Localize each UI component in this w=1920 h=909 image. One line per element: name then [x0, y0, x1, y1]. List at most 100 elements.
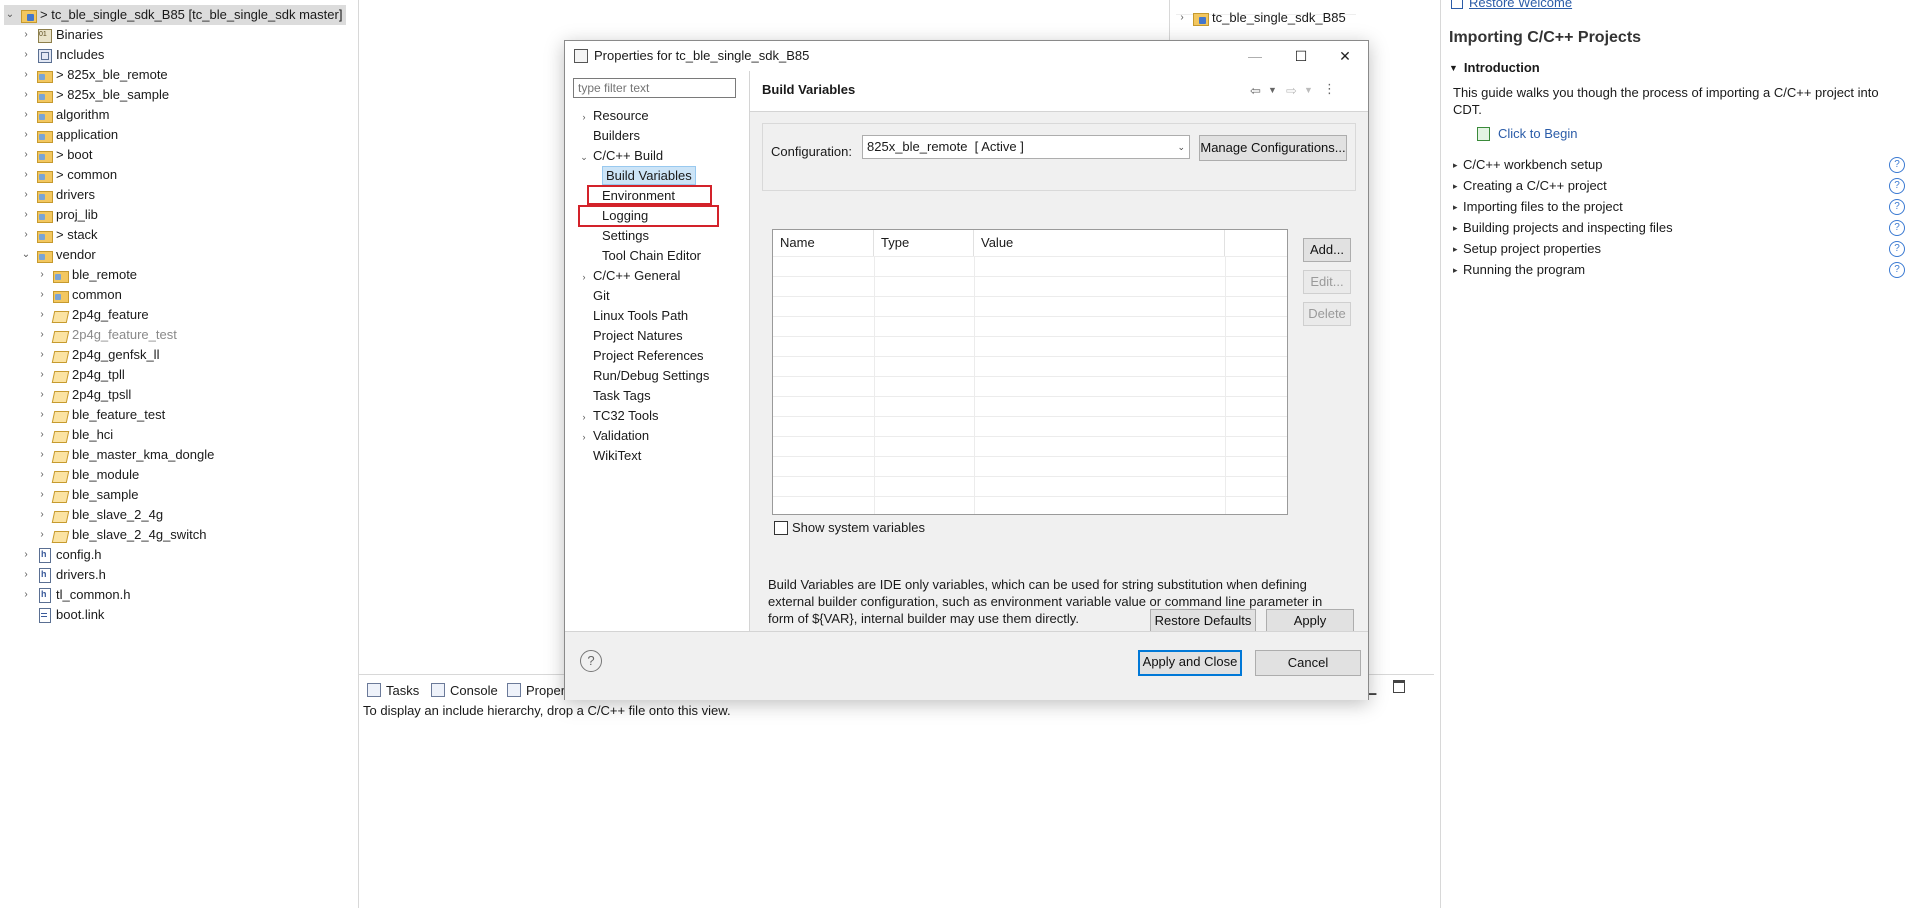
chevron-right-icon[interactable]: › [578, 267, 590, 287]
nav-item[interactable]: Project References [578, 346, 704, 366]
explorer-item[interactable]: › 2p4g_tpll [36, 365, 124, 385]
manage-configurations-button[interactable]: Manage Configurations... [1199, 135, 1347, 161]
restore-welcome[interactable]: Restore Welcome [1451, 0, 1572, 10]
chevron-right-icon[interactable]: › [1176, 8, 1188, 28]
column-header-name[interactable]: Name [773, 230, 874, 256]
explorer-item[interactable]: boot.link [20, 605, 104, 625]
nav-item[interactable]: ⌄ C/C++ Build [578, 146, 663, 166]
chevron-right-icon[interactable]: › [20, 565, 32, 585]
explorer-item[interactable]: › 2p4g_genfsk_ll [36, 345, 159, 365]
explorer-item[interactable]: › ble_feature_test [36, 405, 165, 425]
explorer-item[interactable]: › 2p4g_tpsll [36, 385, 131, 405]
back-arrow-icon[interactable]: ⇦ [1250, 83, 1261, 99]
nav-item[interactable]: Build Variables [602, 166, 696, 186]
welcome-step[interactable]: ▸ Importing files to the project? [1453, 197, 1913, 217]
chevron-right-icon[interactable]: › [36, 525, 48, 545]
explorer-item[interactable]: ›Binaries [20, 25, 103, 45]
chevron-right-icon[interactable]: › [36, 265, 48, 285]
explorer-item[interactable]: › > common [20, 165, 117, 185]
chevron-down-icon[interactable]: ⌄ [4, 5, 16, 25]
explorer-item[interactable]: › > 825x_ble_sample [20, 85, 169, 105]
nav-item[interactable]: Linux Tools Path [578, 306, 688, 326]
explorer-item[interactable]: ›config.h [20, 545, 102, 565]
restore-defaults-button[interactable]: Restore Defaults [1150, 609, 1256, 633]
view-menu-icon[interactable]: ⋮ [1323, 81, 1336, 97]
chevron-right-icon[interactable]: › [20, 85, 32, 105]
chevron-right-icon[interactable]: › [36, 365, 48, 385]
chevron-right-icon[interactable]: › [20, 125, 32, 145]
filter-input[interactable] [573, 78, 736, 98]
explorer-item[interactable]: › ble_master_kma_dongle [36, 445, 214, 465]
help-icon[interactable]: ? [1889, 199, 1905, 215]
help-icon[interactable]: ? [1889, 178, 1905, 194]
tab-tasks[interactable]: Tasks [367, 681, 419, 699]
nav-item[interactable]: Task Tags [578, 386, 651, 406]
help-icon[interactable]: ? [580, 650, 602, 672]
explorer-item[interactable]: ›drivers.h [20, 565, 106, 585]
delete-button[interactable]: Delete [1303, 302, 1351, 326]
explorer-item[interactable]: › drivers [20, 185, 95, 205]
explorer-item[interactable]: › 2p4g_feature_test [36, 325, 176, 345]
chevron-right-icon[interactable]: › [20, 25, 32, 45]
chevron-right-icon[interactable]: › [20, 65, 32, 85]
chevron-right-icon[interactable]: › [20, 225, 32, 245]
chevron-right-icon[interactable]: › [36, 285, 48, 305]
chevron-right-icon[interactable]: › [36, 465, 48, 485]
forward-arrow-icon[interactable]: ⇨ [1286, 83, 1297, 99]
explorer-item[interactable]: › > boot [20, 145, 93, 165]
welcome-step[interactable]: ▸ C/C++ workbench setup? [1453, 155, 1913, 175]
explorer-item[interactable]: › ble_slave_2_4g [36, 505, 163, 525]
explorer-item[interactable]: › 2p4g_feature [36, 305, 148, 325]
explorer-item[interactable]: ⌄ > tc_ble_single_sdk_B85 [tc_ble_single_… [4, 5, 347, 25]
edit-button[interactable]: Edit... [1303, 270, 1351, 294]
forward-menu-icon[interactable]: ▼ [1304, 85, 1313, 95]
close-button[interactable]: ✕ [1322, 41, 1368, 71]
explorer-item[interactable]: › common [36, 285, 122, 305]
chevron-down-icon[interactable]: ⌄ [578, 147, 590, 167]
chevron-right-icon[interactable]: › [36, 325, 48, 345]
welcome-step[interactable]: ▸ Creating a C/C++ project? [1453, 176, 1913, 196]
chevron-right-icon[interactable]: › [20, 145, 32, 165]
nav-item[interactable]: Settings [602, 226, 649, 246]
minimize-button[interactable]: — [1232, 41, 1278, 71]
nav-item[interactable]: Tool Chain Editor [602, 246, 701, 266]
explorer-item[interactable]: › ble_hci [36, 425, 113, 445]
help-icon[interactable]: ? [1889, 241, 1905, 257]
chevron-right-icon[interactable]: › [36, 305, 48, 325]
explorer-item[interactable]: › ble_module [36, 465, 139, 485]
column-header-type[interactable]: Type [874, 230, 974, 256]
explorer-item[interactable]: › > stack [20, 225, 98, 245]
chevron-right-icon[interactable]: › [36, 385, 48, 405]
chevron-right-icon[interactable]: › [20, 545, 32, 565]
welcome-step[interactable]: ▸ Building projects and inspecting files? [1453, 218, 1913, 238]
nav-item[interactable]: › TC32 Tools [578, 406, 659, 426]
nav-item[interactable]: Git [578, 286, 610, 306]
introduction-section[interactable]: ▼ Introduction [1449, 60, 1540, 75]
chevron-right-icon[interactable]: › [20, 205, 32, 225]
explorer-item[interactable]: › proj_lib [20, 205, 98, 225]
cancel-button[interactable]: Cancel [1255, 650, 1361, 676]
maximize-icon[interactable] [1393, 680, 1405, 693]
nav-item[interactable]: Project Natures [578, 326, 683, 346]
help-icon[interactable]: ? [1889, 157, 1905, 173]
checkbox-box[interactable] [774, 520, 788, 535]
chevron-right-icon[interactable]: › [578, 427, 590, 447]
dialog-titlebar[interactable]: Properties for tc_ble_single_sdk_B85 — ☐… [565, 41, 1368, 71]
chevron-right-icon[interactable]: › [36, 485, 48, 505]
help-icon[interactable]: ? [1889, 262, 1905, 278]
tab-console[interactable]: Console [431, 681, 498, 699]
tab-properties[interactable]: Proper [507, 681, 565, 699]
nav-item[interactable]: WikiText [578, 446, 641, 466]
explorer-item[interactable]: › application [20, 125, 118, 145]
nav-item[interactable]: Run/Debug Settings [578, 366, 709, 386]
explorer-item[interactable]: › ble_sample [36, 485, 138, 505]
chevron-right-icon[interactable]: › [578, 407, 590, 427]
configuration-select[interactable]: 825x_ble_remote [ Active ] ⌄ [862, 135, 1190, 159]
chevron-right-icon[interactable]: › [20, 585, 32, 605]
build-variables-table[interactable]: Name Type Value [772, 229, 1288, 515]
explorer-item[interactable]: › > 825x_ble_remote [20, 65, 168, 85]
explorer-item[interactable]: ›tl_common.h [20, 585, 130, 605]
chevron-right-icon[interactable]: › [20, 45, 32, 65]
nav-item[interactable]: › Resource [578, 106, 649, 126]
explorer-item[interactable]: › ble_remote [36, 265, 137, 285]
